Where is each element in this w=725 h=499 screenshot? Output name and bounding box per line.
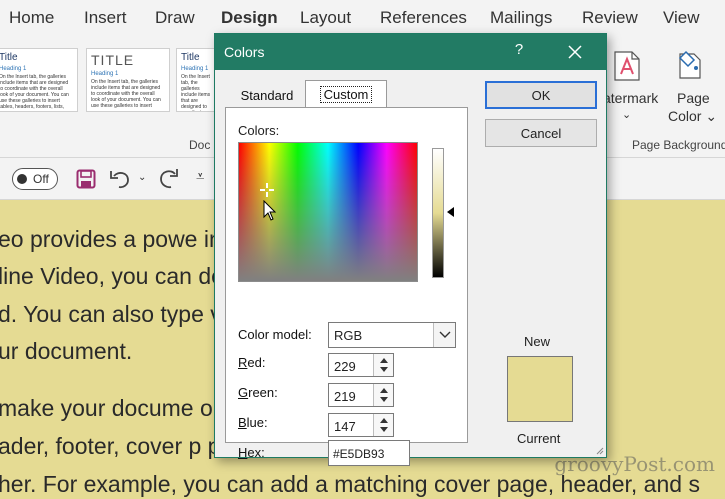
spin-up-icon[interactable] xyxy=(380,358,388,363)
watermark-button-label[interactable]: atermark xyxy=(603,90,658,106)
red-label-accel: R xyxy=(238,355,248,370)
style-body: On the Insert tab, the galleries include… xyxy=(0,74,69,111)
green-label: Green: xyxy=(238,385,278,400)
group-label-page-background: Page Background xyxy=(632,138,725,152)
group-label-document-formatting: Doc xyxy=(189,138,211,152)
hex-label-text: ex: xyxy=(247,445,265,460)
tab-label: Standard xyxy=(240,88,294,103)
blue-label-text: lue: xyxy=(246,415,268,430)
page-color-label[interactable]: Page xyxy=(677,90,710,106)
green-label-text: reen: xyxy=(248,385,278,400)
hex-label-accel: H xyxy=(238,445,248,460)
hex-input[interactable]: #E5DB93 xyxy=(328,440,410,466)
tab-insert[interactable]: Insert xyxy=(84,8,127,28)
style-title: TITLE xyxy=(91,52,135,68)
style-gallery-item[interactable]: Title Heading 1 On the Insert tab, the g… xyxy=(176,48,216,112)
tab-standard[interactable]: Standard xyxy=(225,83,309,107)
hex-value: #E5DB93 xyxy=(333,447,385,461)
crosshair-icon xyxy=(260,183,274,197)
red-label: Red: xyxy=(238,355,265,370)
page-color-text: Color xyxy=(668,108,702,124)
spin-up-icon[interactable] xyxy=(380,388,388,393)
blue-label: Blue: xyxy=(238,415,268,430)
dialog-titlebar[interactable]: Colors ? xyxy=(215,34,606,70)
chevron-down-icon xyxy=(439,331,451,338)
redo-icon[interactable] xyxy=(157,167,181,191)
style-heading: Heading 1 xyxy=(181,66,209,72)
style-heading: Heading 1 xyxy=(0,66,27,72)
spin-down-icon[interactable] xyxy=(380,367,388,372)
tab-design[interactable]: Design xyxy=(221,8,278,28)
spin-up-icon[interactable] xyxy=(380,418,388,423)
document-line: ur document. xyxy=(0,338,133,364)
style-body: On the Insert tab, the galleries include… xyxy=(181,74,211,111)
green-spinner[interactable] xyxy=(373,384,393,406)
color-preview-swatch xyxy=(507,356,573,422)
blue-input[interactable]: 147 xyxy=(328,413,394,437)
tab-home[interactable]: Home xyxy=(9,8,54,28)
colors-dialog: Colors ? Standard Custom Colors: Color m… xyxy=(214,33,607,466)
page-color-label-2[interactable]: Color ⌄ xyxy=(668,108,717,125)
style-gallery-item[interactable]: TITLE Heading 1 On the Insert tab, the g… xyxy=(86,48,170,112)
undo-icon[interactable] xyxy=(108,167,132,191)
tab-label: Custom xyxy=(319,86,373,103)
color-model-select[interactable]: RGB xyxy=(328,322,456,348)
style-title: Title xyxy=(0,52,18,63)
new-color-label: New xyxy=(524,334,551,349)
style-body: On the Insert tab, the galleries include… xyxy=(91,79,161,109)
color-model-value: RGB xyxy=(334,328,363,343)
custom-color-panel: Colors: Color model: RGB Red: 229 Green:… xyxy=(225,107,468,466)
green-label-accel: G xyxy=(238,385,249,400)
close-icon[interactable] xyxy=(563,40,587,64)
help-button[interactable]: ? xyxy=(507,41,531,63)
style-gallery-item[interactable]: Title Heading 1 On the Insert tab, the g… xyxy=(0,48,78,112)
tab-view[interactable]: View xyxy=(663,8,700,28)
blue-value: 147 xyxy=(334,419,356,434)
autosave-toggle[interactable]: Off xyxy=(12,168,58,190)
save-icon[interactable] xyxy=(76,169,96,189)
spin-down-icon[interactable] xyxy=(380,397,388,402)
green-value: 219 xyxy=(334,389,356,404)
watermark-icon xyxy=(614,51,640,81)
dropdown-button[interactable] xyxy=(433,323,455,347)
ok-button[interactable]: OK xyxy=(485,81,597,109)
spin-down-icon[interactable] xyxy=(380,427,388,432)
color-model-label: Color model: xyxy=(238,327,312,342)
style-heading: Heading 1 xyxy=(91,71,119,77)
tab-mailings[interactable]: Mailings xyxy=(490,8,552,28)
dialog-title: Colors xyxy=(224,44,265,60)
cancel-button[interactable]: Cancel xyxy=(485,119,597,147)
blue-label-accel: B xyxy=(238,415,247,430)
tab-draw[interactable]: Draw xyxy=(155,8,195,28)
chevron-down-icon[interactable]: ⌄ xyxy=(138,172,146,183)
green-input[interactable]: 219 xyxy=(328,383,394,407)
tab-custom[interactable]: Custom xyxy=(305,80,387,108)
customize-toolbar-icon[interactable]: ⩡ xyxy=(196,168,204,185)
mouse-pointer-icon xyxy=(263,200,277,221)
luminance-slider[interactable] xyxy=(432,148,444,278)
resize-grip-icon[interactable] xyxy=(594,445,604,455)
chevron-down-icon: ⌄ xyxy=(622,109,632,121)
autosave-state: Off xyxy=(33,172,49,186)
colors-label: Colors: xyxy=(238,123,280,138)
tab-layout[interactable]: Layout xyxy=(300,8,351,28)
style-title: Title xyxy=(181,52,200,63)
current-color-label: Current xyxy=(517,431,561,446)
red-input[interactable]: 229 xyxy=(328,353,394,377)
luminance-slider-handle[interactable] xyxy=(447,207,454,217)
toggle-knob xyxy=(17,174,27,184)
tab-references[interactable]: References xyxy=(380,8,467,28)
page-color-icon xyxy=(678,50,701,79)
red-spinner[interactable] xyxy=(373,354,393,376)
blue-spinner[interactable] xyxy=(373,414,393,436)
tab-review[interactable]: Review xyxy=(582,8,638,28)
hex-label: Hex: xyxy=(238,445,265,460)
red-value: 229 xyxy=(334,359,356,374)
red-label-text: ed: xyxy=(247,355,266,370)
